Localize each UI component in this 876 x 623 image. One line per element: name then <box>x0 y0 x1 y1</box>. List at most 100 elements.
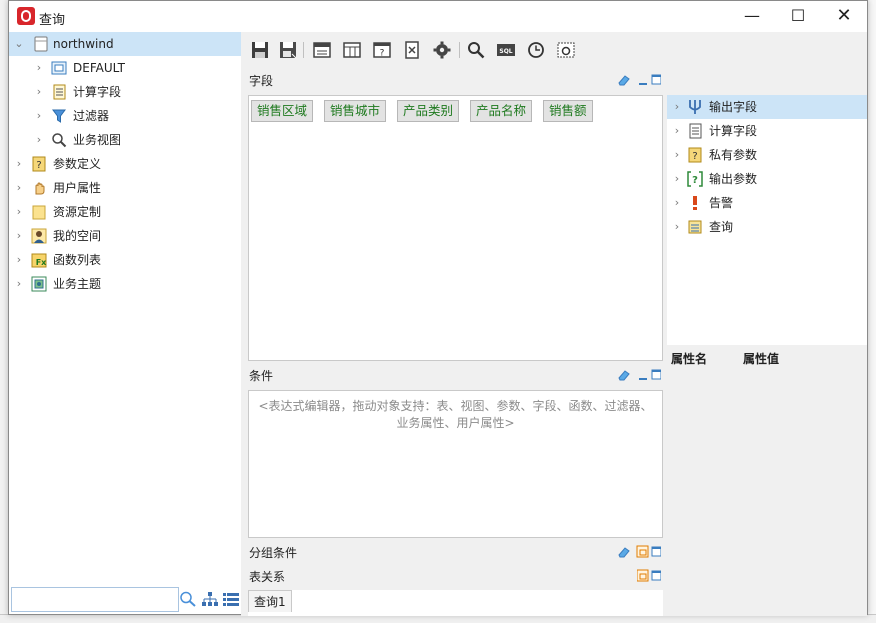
output-panel: › 输出字段 › 计算字段 › ? 私有参数 › ? 输出参数 › 告警 › 查… <box>667 32 867 616</box>
chevron-right-icon[interactable]: › <box>671 167 683 191</box>
relations-section-controls <box>637 569 661 582</box>
chevron-right-icon[interactable]: › <box>33 104 45 128</box>
tree-item-label: 我的空间 <box>53 229 102 243</box>
output-item-fields[interactable]: › 输出字段 <box>667 95 867 119</box>
restore-icon <box>637 569 649 582</box>
output-item-label: 告警 <box>709 196 734 210</box>
eraser-icon <box>618 75 630 86</box>
restore-icon <box>636 545 649 558</box>
output-item-query[interactable]: › 查询 <box>667 215 867 239</box>
toolbar-separator <box>459 42 460 58</box>
tree-item-label: 过滤器 <box>73 109 110 123</box>
tab-query1[interactable]: 查询1 <box>248 590 292 612</box>
export-icon[interactable] <box>403 41 421 59</box>
hierarchy-icon[interactable] <box>201 591 219 607</box>
tree-item-default[interactable]: › DEFAULT <box>9 56 241 80</box>
eraser-icon <box>618 547 630 558</box>
tree-item-calculated-fields[interactable]: › 计算字段 <box>9 80 241 104</box>
chevron-right-icon[interactable]: › <box>13 272 25 296</box>
search-icon[interactable] <box>179 591 197 607</box>
query-designer: ? SQL 字段 销售区域 销售城市 产品类别 产品名称 销售额 条件 <表达式… <box>241 32 667 616</box>
eraser-icon <box>618 370 630 381</box>
chevron-right-icon[interactable]: › <box>671 95 683 119</box>
chevron-right-icon[interactable]: › <box>13 176 25 200</box>
output-fields-icon <box>689 100 701 114</box>
sql-icon[interactable]: SQL <box>497 41 515 59</box>
tree-item-northwind[interactable]: ⌄ northwind <box>9 32 241 56</box>
field-chip[interactable]: 产品名称 <box>470 100 533 122</box>
save-as-icon[interactable] <box>279 41 297 59</box>
chevron-right-icon[interactable]: › <box>13 200 25 224</box>
output-item-calculated[interactable]: › 计算字段 <box>667 119 867 143</box>
tree-item-function-list[interactable]: › Fx 函数列表 <box>9 248 241 272</box>
gear-icon[interactable] <box>433 41 451 59</box>
field-chip[interactable]: 销售区域 <box>251 100 314 122</box>
search-icon[interactable] <box>467 41 485 59</box>
chevron-down-icon[interactable]: ⌄ <box>13 32 25 56</box>
tree-item-label: 函数列表 <box>53 253 102 267</box>
tree-item-filters[interactable]: › 过滤器 <box>9 104 241 128</box>
layout-columns-icon[interactable] <box>343 41 361 59</box>
field-chip[interactable]: 销售额 <box>543 100 593 122</box>
tree-item-label: northwind <box>53 37 114 51</box>
hand-icon <box>35 182 45 195</box>
tree-item-parameters[interactable]: › ? 参数定义 <box>9 152 241 176</box>
conditions-section-title: 条件 <box>249 369 274 383</box>
tree-item-my-space[interactable]: › 我的空间 <box>9 224 241 248</box>
chevron-right-icon[interactable]: › <box>671 215 683 239</box>
refresh-window-icon[interactable] <box>557 41 575 59</box>
minimize-button[interactable]: — <box>729 1 775 32</box>
property-name-column: 属性名 <box>671 352 708 366</box>
close-button[interactable]: ✕ <box>821 1 867 32</box>
group-conditions-section-title: 分组条件 <box>249 546 298 560</box>
chevron-right-icon[interactable]: › <box>13 248 25 272</box>
query-tab-strip: 查询1 <box>248 590 663 616</box>
clock-icon[interactable] <box>527 41 545 59</box>
chevron-right-icon[interactable]: › <box>13 224 25 248</box>
tree-item-label: 资源定制 <box>53 205 102 219</box>
parameter-window-icon[interactable]: ? <box>373 41 391 59</box>
output-item-private-params[interactable]: › ? 私有参数 <box>667 143 867 167</box>
chevron-right-icon[interactable]: › <box>33 56 45 80</box>
folder-icon <box>32 205 46 220</box>
fields-drop-area[interactable]: 销售区域 销售城市 产品类别 产品名称 销售额 <box>248 95 663 361</box>
query-window: 查询 — ☐ ✕ ⌄ northwind › DEFAULT › 计算字段 › … <box>8 0 868 616</box>
chevron-right-icon[interactable]: › <box>671 191 683 215</box>
save-icon[interactable] <box>251 41 269 59</box>
conditions-section-controls <box>618 369 661 381</box>
tree-item-user-attributes[interactable]: › 用户属性 <box>9 176 241 200</box>
condition-expression-editor[interactable]: <表达式编辑器，拖动对象支持：表、视图、参数、字段、函数、过滤器、业务属性、用户… <box>248 390 663 538</box>
field-chip[interactable]: 销售城市 <box>324 100 387 122</box>
list-view-icon[interactable] <box>222 591 240 607</box>
resource-tree: ⌄ northwind › DEFAULT › 计算字段 › 过滤器 › 业务视… <box>9 32 241 584</box>
output-item-alerts[interactable]: › 告警 <box>667 191 867 215</box>
user-icon <box>31 228 47 244</box>
output-parameter-icon: ? <box>687 171 703 187</box>
output-item-output-params[interactable]: › ? 输出参数 <box>667 167 867 191</box>
function-icon: Fx <box>31 253 47 268</box>
output-tree: › 输出字段 › 计算字段 › ? 私有参数 › ? 输出参数 › 告警 › 查… <box>667 95 867 345</box>
svg-text:?: ? <box>36 160 41 171</box>
chevron-right-icon[interactable]: › <box>671 119 683 143</box>
chevron-right-icon[interactable]: › <box>13 152 25 176</box>
fields-section-title: 字段 <box>249 74 274 88</box>
chevron-right-icon[interactable]: › <box>671 143 683 167</box>
layout-header-icon[interactable] <box>313 41 331 59</box>
chevron-right-icon[interactable]: › <box>33 128 45 152</box>
chevron-right-icon[interactable]: › <box>33 80 45 104</box>
parameter-icon: ? <box>32 156 46 172</box>
calculator-icon <box>689 123 702 139</box>
tree-item-label: 计算字段 <box>73 85 122 99</box>
maximize-icon <box>651 74 661 85</box>
calculator-icon <box>53 84 66 100</box>
tree-item-business-views[interactable]: › 业务视图 <box>9 128 241 152</box>
tree-search-input[interactable] <box>11 587 179 612</box>
svg-text:Fx: Fx <box>36 258 47 267</box>
tree-item-resource-custom[interactable]: › 资源定制 <box>9 200 241 224</box>
field-chip[interactable]: 产品类别 <box>397 100 460 122</box>
maximize-button[interactable]: ☐ <box>775 1 821 32</box>
tree-item-label: 业务主题 <box>53 277 102 291</box>
tree-item-business-topics[interactable]: › 业务主题 <box>9 272 241 296</box>
parameter-icon: ? <box>688 147 702 163</box>
query-icon <box>688 220 702 234</box>
